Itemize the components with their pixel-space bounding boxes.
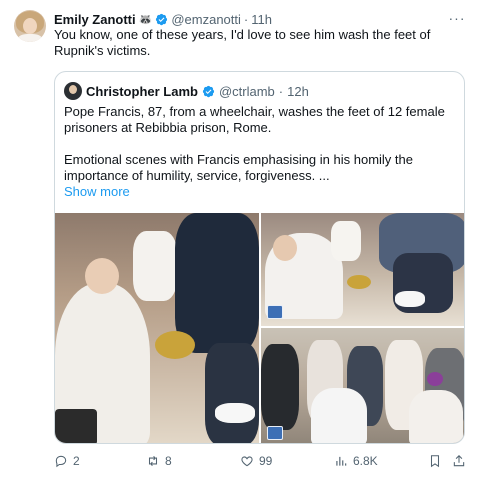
tweet-text: You know, one of these years, I'd love t… (54, 27, 431, 58)
view-count: 6.8K (353, 454, 378, 468)
author-avatar[interactable] (14, 10, 46, 42)
photo-figure (205, 343, 259, 443)
verified-badge-icon (156, 13, 168, 25)
media-grid (55, 213, 464, 443)
share-button[interactable] (452, 451, 466, 471)
tweet-timestamp[interactable]: 11h (251, 12, 272, 27)
more-options-icon[interactable]: ··· (448, 10, 466, 26)
raccoon-emoji: 🦝 (138, 13, 153, 26)
quoted-timestamp[interactable]: 12h (287, 84, 309, 99)
heart-icon (241, 456, 253, 467)
quoted-author-name[interactable]: Christopher Lamb (86, 84, 198, 99)
quoted-paragraph-1: Pope Francis, 87, from a wheelchair, was… (64, 104, 445, 135)
bookmark-icon (430, 455, 440, 468)
author-name[interactable]: Emily Zanotti (54, 12, 136, 27)
verified-badge-icon (202, 85, 215, 97)
photo-figure (55, 409, 97, 443)
like-count: 99 (259, 454, 273, 468)
photo-figure (155, 331, 195, 359)
repost-count: 8 (165, 454, 172, 468)
photo-figure (331, 221, 361, 261)
show-more-link[interactable]: Show more (64, 184, 130, 199)
quoted-tweet[interactable]: Christopher Lamb @ctrlamb · 12h Pope Fra… (54, 71, 465, 444)
photo-figure (85, 258, 119, 294)
photo-figure (215, 403, 255, 423)
like-button[interactable]: 99 (240, 451, 272, 471)
photo-figure (133, 231, 177, 301)
photo-figure (409, 390, 463, 443)
vatican-media-badge (267, 305, 283, 319)
quoted-paragraph-2: Emotional scenes with Francis emphasisin… (64, 152, 413, 183)
action-bar: 2 8 99 6.8K (54, 451, 466, 471)
header-separator: · (243, 11, 249, 27)
views-button[interactable]: 6.8K (334, 451, 378, 471)
reply-count: 2 (73, 454, 80, 468)
quoted-header: Christopher Lamb @ctrlamb · 12h (64, 82, 309, 100)
reply-button[interactable]: 2 (54, 451, 80, 471)
vatican-media-badge (267, 426, 283, 440)
media-photo-3[interactable] (261, 328, 464, 443)
views-chart-icon (336, 456, 347, 466)
photo-figure (347, 275, 371, 289)
tweet[interactable]: Emily Zanotti 🦝 @emzanotti · 11h ··· You… (0, 0, 478, 478)
tweet-header: Emily Zanotti 🦝 @emzanotti · 11h (54, 10, 272, 28)
avatar-face (23, 18, 37, 34)
photo-figure (395, 291, 425, 307)
repost-button[interactable]: 8 (146, 451, 172, 471)
reply-icon (55, 455, 67, 468)
author-handle[interactable]: @emzanotti (171, 12, 241, 27)
photo-figure (175, 213, 259, 353)
avatar-shirt (18, 34, 42, 42)
quoted-separator: · (278, 83, 284, 99)
quoted-handle[interactable]: @ctrlamb (219, 84, 275, 99)
repost-icon (148, 455, 158, 467)
photo-figure (273, 235, 297, 261)
media-photo-1[interactable] (55, 213, 259, 443)
photo-figure (311, 388, 367, 443)
share-icon (453, 455, 465, 467)
quoted-avatar[interactable] (64, 82, 82, 100)
photo-figure (261, 344, 299, 430)
bookmark-button[interactable] (428, 451, 442, 471)
photo-figure (427, 372, 443, 386)
media-photo-2[interactable] (261, 213, 464, 326)
